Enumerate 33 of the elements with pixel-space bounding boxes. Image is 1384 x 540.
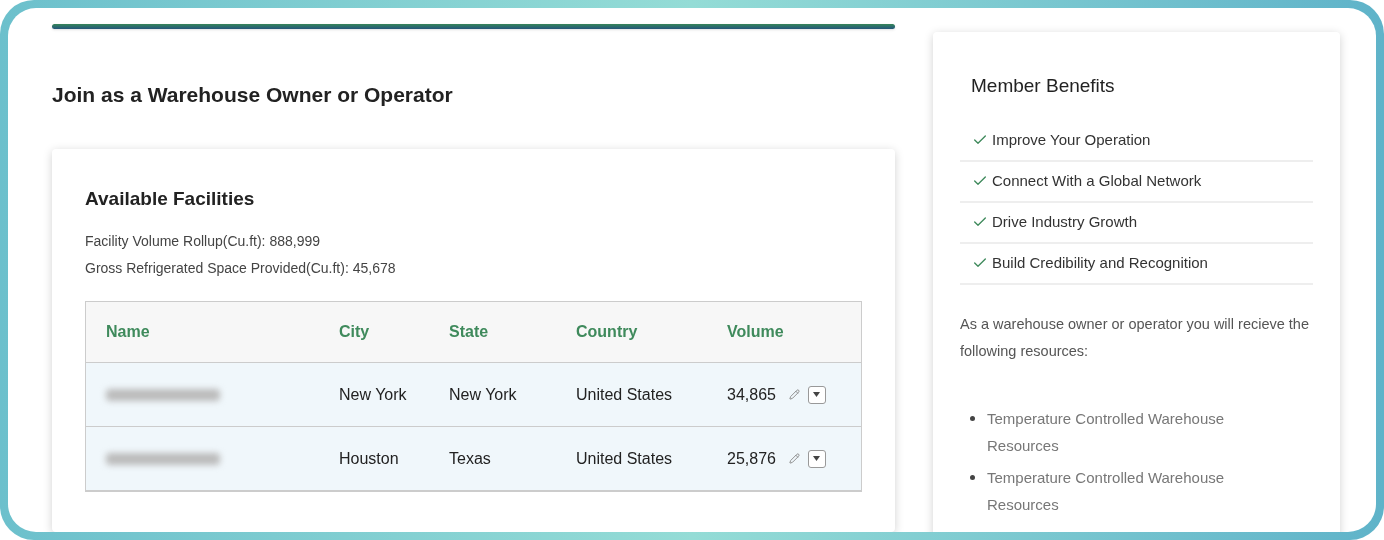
benefit-text: Improve Your Operation (992, 129, 1151, 150)
caret-icon (813, 456, 821, 461)
table-cell: United States (576, 449, 673, 467)
caret-icon (813, 392, 821, 397)
resource-text: Temperature Controlled Warehouse Resources (987, 408, 1226, 456)
dropdown-button[interactable] (807, 449, 826, 468)
page-title: Join as a Warehouse Owner or Operator (52, 82, 454, 108)
dropdown-button[interactable] (807, 385, 826, 404)
benefit-text: Drive Industry Growth (992, 211, 1138, 232)
stat-text: Facility Volume Rollup(Cu.ft): 888,999 (85, 232, 321, 251)
benefit-text: Build Credibility and Recognition (992, 252, 1208, 273)
table-cell: New York (339, 385, 407, 403)
benefit-text: Connect With a Global Network (992, 170, 1202, 191)
column-header: Country (576, 323, 638, 340)
pencil-icon (788, 453, 800, 464)
stat-text: Gross Refrigerated Space Provided(Cu.ft): 45,678 (85, 259, 397, 278)
table-cell-text: 34,865 (727, 384, 776, 405)
table-cell: Texas (449, 449, 491, 467)
column-header: Volume (727, 323, 784, 340)
column-header: Name (106, 323, 150, 340)
pencil-icon (788, 389, 800, 400)
column-header: State (449, 323, 489, 340)
table-cell: Houston (339, 449, 399, 467)
card-title: Member Benefits (970, 74, 1116, 98)
column-header: City (339, 323, 370, 340)
bullet-icon (970, 415, 975, 421)
bullet-icon (970, 474, 975, 480)
table-cell-text: 25,876 (727, 448, 776, 469)
card-title: Available Facilities (85, 186, 256, 211)
intro-text: As a warehouse owner or operator you will recieve the following resources: (960, 314, 1310, 361)
resource-text: Temperature Controlled Warehouse Resources (987, 467, 1226, 515)
table-cell: New York (449, 385, 517, 403)
table-cell: United States (576, 385, 673, 403)
